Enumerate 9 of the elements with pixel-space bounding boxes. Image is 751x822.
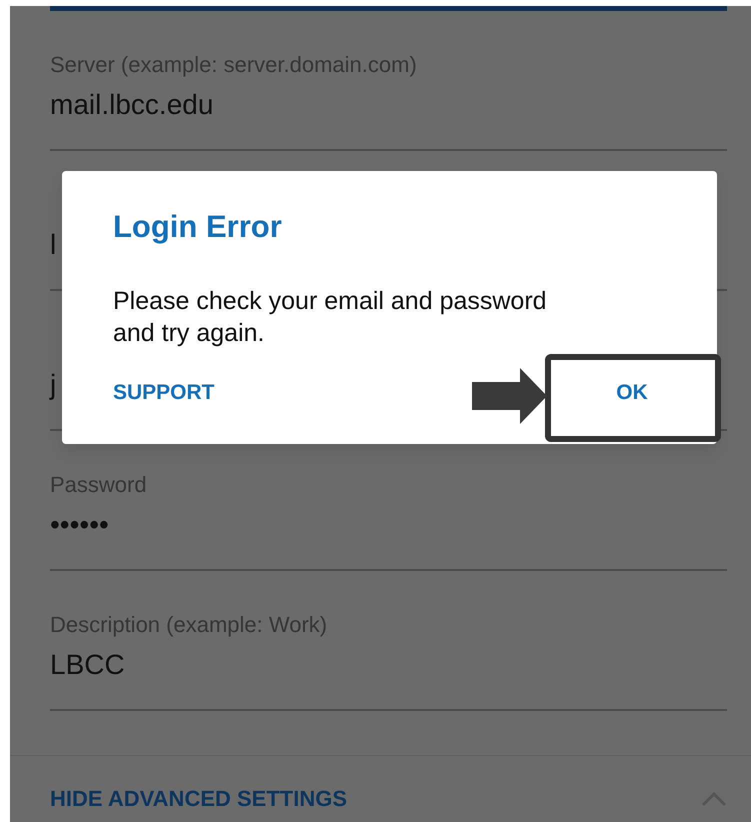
hide-advanced-settings-link[interactable]: HIDE ADVANCED SETTINGS xyxy=(50,782,348,815)
dialog-button[interactable]: OK xyxy=(552,363,712,423)
field-value[interactable]: mail.lbcc.edu xyxy=(50,85,727,125)
field-value[interactable]: LBCC xyxy=(50,645,727,685)
dialog-button[interactable]: SUPPORT xyxy=(113,363,215,423)
field-value[interactable]: •••••• xyxy=(50,505,727,545)
dialog-message: Please check your email and password and try again. xyxy=(112,286,548,349)
dialog-title: Login Error xyxy=(112,208,283,246)
arrow-icon xyxy=(472,368,547,424)
